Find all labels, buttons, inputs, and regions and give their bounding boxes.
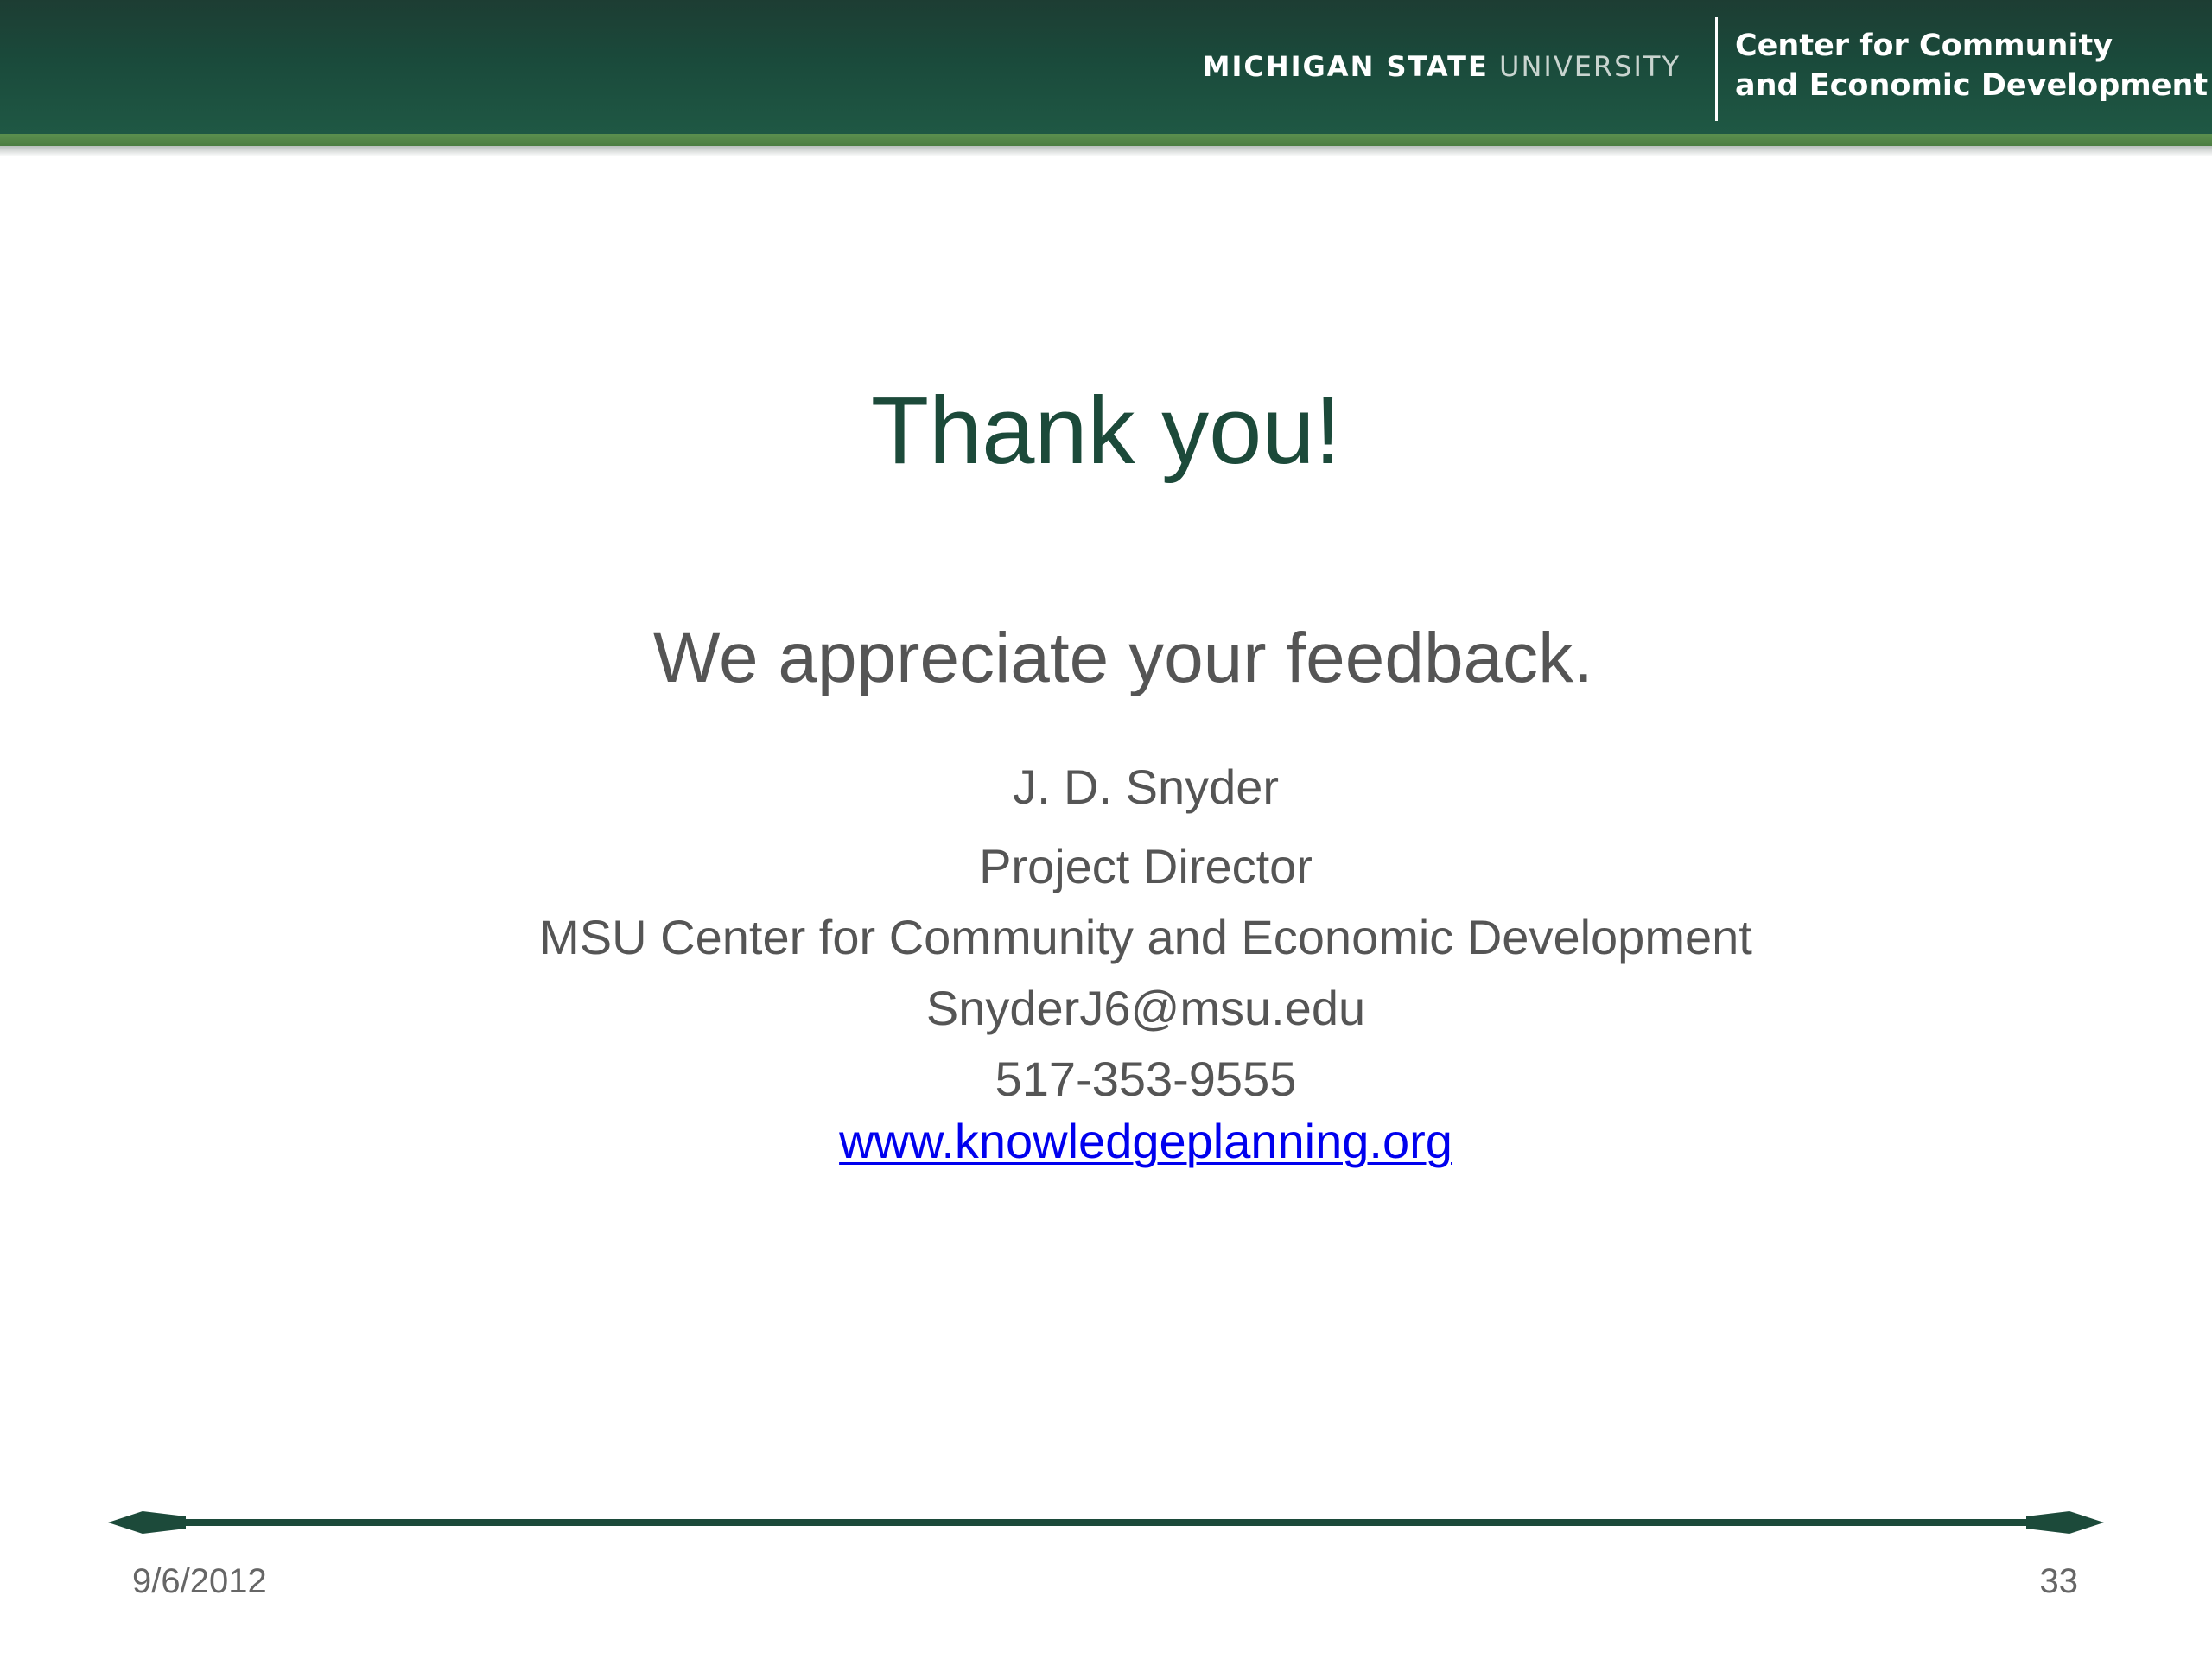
center-name: Center for Community and Economic Develo… [1735, 26, 2208, 105]
contact-role: Project Director [979, 839, 1313, 893]
contact-name: J. D. Snyder [1012, 760, 1280, 814]
footer-date: 9/6/2012 [132, 1562, 267, 1600]
footer-line-bar [143, 1519, 2069, 1526]
slide-subtitle: We appreciate your feedback. [653, 619, 1593, 697]
msu-wordmark: MICHIGAN STATE UNIVERSITY [1203, 50, 1681, 83]
header-shadow [0, 146, 2212, 156]
contact-email: SnyderJ6@msu.edu [925, 981, 1366, 1035]
slide: MICHIGAN STATE UNIVERSITY Center for Com… [0, 0, 2212, 1659]
footer-double-arrow-line [108, 1511, 2104, 1534]
center-name-line2: and Economic Development [1735, 68, 2209, 103]
footer-left-arrowhead [108, 1511, 186, 1534]
website-link[interactable]: www.knowledgeplanning.org [0, 1113, 2212, 1169]
footer-page-number: 33 [2039, 1562, 2079, 1600]
center-name-line1: Center for Community [1735, 29, 2113, 63]
header-divider [1715, 17, 1718, 121]
header-accent-stripe [0, 134, 2212, 146]
header-banner: MICHIGAN STATE UNIVERSITY Center for Com… [0, 0, 2212, 134]
university-name-bold: MICHIGAN STATE [1202, 50, 1489, 83]
contact-phone: 517-353-9555 [995, 1052, 1297, 1106]
slide-title: Thank you! [870, 378, 1342, 484]
footer-right-arrowhead [2026, 1511, 2104, 1534]
university-name-light: UNIVERSITY [1499, 50, 1681, 83]
contact-organization: MSU Center for Community and Economic De… [539, 910, 1752, 964]
